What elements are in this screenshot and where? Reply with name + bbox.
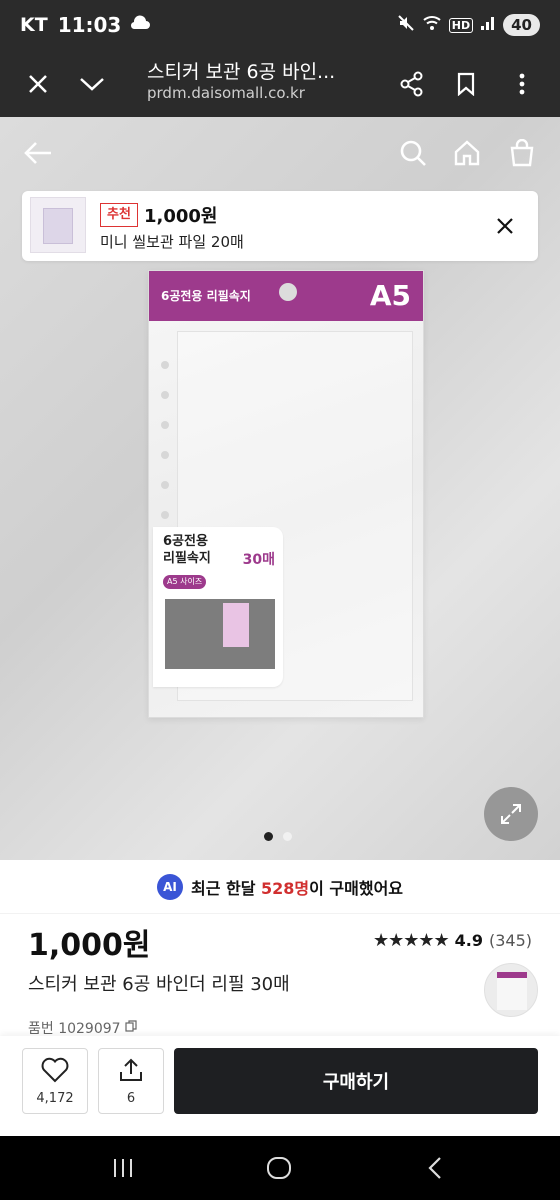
package-size: A5	[369, 279, 411, 312]
expand-icon[interactable]	[484, 787, 538, 841]
home-button-icon[interactable]	[264, 1153, 294, 1183]
package-label: 6공전용 리필속지 30매 A5 사이즈	[153, 527, 283, 687]
chevron-down-icon[interactable]	[72, 64, 112, 104]
shopping-bag-icon[interactable]	[502, 133, 542, 173]
wifi-icon	[422, 15, 442, 35]
pagination-dot-active[interactable]	[264, 832, 273, 841]
close-icon[interactable]	[18, 64, 58, 104]
package-label-title-2: 리필속지	[163, 551, 211, 566]
recent-apps-icon[interactable]	[108, 1153, 138, 1183]
gallery-pagination	[264, 832, 292, 841]
cloud-icon	[129, 14, 151, 36]
share-button[interactable]: 6	[98, 1048, 164, 1114]
rating-summary[interactable]: ★★★★★ 4.9 (345)	[373, 930, 532, 951]
buy-button[interactable]: 구매하기	[174, 1048, 538, 1114]
purchase-notice: AI 최근 한달 528명이 구매했어요	[0, 860, 560, 914]
package-label-count: 30매	[242, 552, 275, 568]
recommendation-name: 미니 씰보관 파일 20매	[100, 233, 244, 251]
like-count: 4,172	[36, 1090, 74, 1106]
product-thumbnail[interactable]	[484, 963, 538, 1017]
binder-holes	[161, 361, 171, 541]
package-label-tag: A5 사이즈	[163, 575, 207, 589]
recommendation-card[interactable]: 추천 1,000원 미니 씰보관 파일 20매	[22, 191, 538, 261]
share-count: 6	[126, 1090, 136, 1106]
browser-toolbar: 스티커 보관 6공 바인... prdm.daisomall.co.kr	[0, 50, 560, 117]
back-arrow-icon[interactable]	[18, 133, 58, 173]
product-photo: 6공전용 리필속지 A5 6공전용 리필속지 30매 A5 사이즈	[148, 270, 424, 718]
page-url[interactable]: prdm.daisomall.co.kr	[147, 84, 305, 102]
package-header: 6공전용 리필속지 A5	[149, 271, 423, 321]
purchase-notice-suffix: 이 구매했어요	[309, 878, 404, 898]
bookmark-icon[interactable]	[446, 64, 486, 104]
system-navigation-bar	[0, 1136, 560, 1200]
more-menu-icon[interactable]	[502, 64, 542, 104]
package-header-label: 6공전용 리필속지	[161, 289, 251, 303]
product-code-text: 품번 1029097	[28, 1021, 121, 1037]
search-icon[interactable]	[393, 133, 433, 173]
rating-value: 4.9	[454, 931, 483, 950]
back-icon[interactable]	[420, 1153, 450, 1183]
product-price: 1,000원	[28, 928, 151, 963]
mute-icon	[397, 14, 415, 36]
recommendation-badge: 추천	[100, 203, 138, 227]
copy-icon[interactable]	[124, 1020, 137, 1036]
recommendation-price: 1,000원	[144, 206, 218, 227]
pagination-dot[interactable]	[283, 832, 292, 841]
purchase-count: 528명	[261, 878, 310, 898]
screen: KT 11:03 HD 40 스티커 보관 6공 바인... prdm.dais…	[0, 0, 560, 1200]
product-name: 스티커 보관 6공 바인더 리필 30매	[28, 974, 290, 995]
clock: 11:03	[57, 13, 122, 37]
status-bar: KT 11:03 HD 40	[0, 0, 560, 50]
signal-icon	[480, 15, 496, 35]
ai-icon: AI	[156, 873, 183, 900]
home-icon[interactable]	[447, 133, 487, 173]
star-rating-icon: ★★★★★	[372, 930, 450, 951]
status-icons: HD 40	[397, 14, 540, 36]
battery-indicator: 40	[503, 14, 540, 36]
upload-share-icon	[118, 1057, 144, 1087]
package-label-illustration	[165, 599, 275, 669]
carrier-label: KT	[20, 14, 48, 36]
close-icon[interactable]	[490, 211, 520, 241]
hd-icon: HD	[448, 17, 474, 33]
product-image-gallery[interactable]: 추천 1,000원 미니 씰보관 파일 20매 6공전용 리필속지 A5 6공전…	[0, 117, 560, 860]
product-code[interactable]: 품번 1029097	[28, 1018, 137, 1038]
bottom-action-bar: 4,172 6 구매하기	[0, 1036, 560, 1136]
package-label-title-1: 6공전용	[163, 534, 208, 549]
page-title: 스티커 보관 6공 바인...	[147, 61, 336, 83]
purchase-notice-prefix: 최근 한달	[190, 878, 256, 898]
heart-icon	[41, 1057, 69, 1087]
review-count: (345)	[488, 931, 532, 950]
recommendation-thumbnail	[30, 197, 86, 253]
share-icon[interactable]	[392, 64, 432, 104]
like-button[interactable]: 4,172	[22, 1048, 88, 1114]
